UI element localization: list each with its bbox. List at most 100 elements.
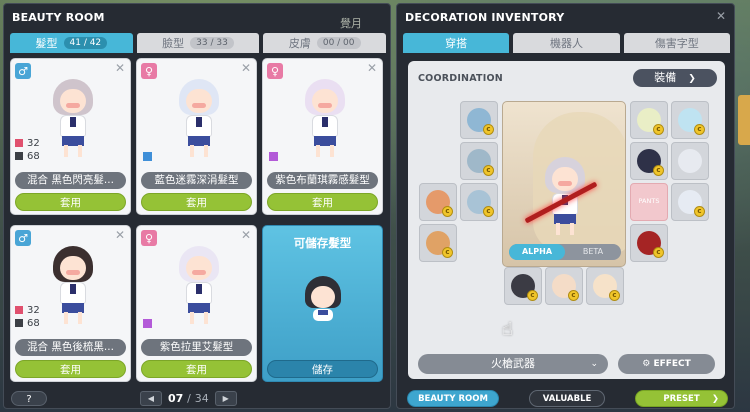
hair-card[interactable]: ♂ ✕ 32 68 混合 黑色後梳黑... 套用 (10, 225, 131, 382)
coordination-label: COORDINATION (418, 73, 503, 84)
apply-button[interactable]: 套用 (141, 360, 252, 378)
color-swatch (143, 319, 152, 328)
slot-hat[interactable]: c (630, 101, 668, 139)
chevron-right-icon: ❯ (711, 394, 719, 404)
slot-pendant[interactable]: c (419, 224, 457, 262)
male-icon: ♂ (15, 230, 31, 246)
female-icon: ♀ (267, 63, 283, 79)
avatar (51, 246, 95, 326)
valuable-button[interactable]: VALUABLE (529, 390, 605, 407)
color-swatch (15, 319, 23, 327)
tab-skin[interactable]: 皮膚 00 / 00 (263, 33, 387, 53)
apply-button[interactable]: 套用 (267, 193, 378, 211)
tab-count: 00 / 00 (316, 37, 361, 49)
save-card-title: 可儲存髮型 (293, 236, 352, 250)
coin-icon: c (483, 206, 494, 217)
effect-button[interactable]: ⚙ EFFECT (618, 354, 715, 374)
male-icon: ♂ (15, 63, 31, 79)
slot-skin[interactable]: c (586, 267, 624, 305)
effect-label: EFFECT (653, 359, 691, 369)
close-icon[interactable]: ✕ (241, 228, 251, 242)
tab-count: 33 / 33 (190, 37, 234, 49)
chevron-right-icon: ❯ (688, 74, 696, 84)
slot-face[interactable]: c (545, 267, 583, 305)
hair-name: 混合 黑色後梳黑... (15, 339, 126, 356)
hair-card[interactable]: ♂ ✕ 32 68 混合 黑色閃亮髮... 套用 (10, 58, 131, 215)
save-button[interactable]: 儲存 (267, 360, 378, 378)
chevron-down-icon: ⌄ (590, 359, 598, 369)
close-icon[interactable]: ✕ (115, 61, 125, 75)
slot-glove[interactable] (671, 142, 709, 180)
next-page-button[interactable]: ▶ (214, 391, 237, 406)
hair-card[interactable]: ♀ ✕ 紫色布蘭琪霧感髮型 套用 (262, 58, 383, 215)
coin-icon: c (653, 124, 664, 135)
tab-android[interactable]: 機器人 (513, 33, 620, 53)
close-icon[interactable]: ✕ (367, 61, 377, 75)
tab-damage-skin[interactable]: 傷害字型 (623, 33, 730, 53)
decoration-inventory-window: DECORATION INVENTORY ✕ 穿搭 機器人 傷害字型 COORD… (396, 3, 735, 409)
hair-grid: ♂ ✕ 32 68 混合 黑色閃亮髮... 套用 ♀ ✕ 藍色迷霧深涓髮型 套用 (10, 58, 386, 384)
color-swatch (143, 152, 152, 161)
avatar (177, 79, 221, 159)
apply-button[interactable]: 套用 (15, 193, 126, 211)
beauty-tabs: 髮型 41 / 42 臉型 33 / 33 皮膚 00 / 00 (10, 33, 387, 53)
alpha-beta-toggle[interactable]: ALPHA BETA (509, 244, 621, 260)
slot-ring[interactable]: c (419, 183, 457, 221)
slot-hair[interactable]: c (504, 267, 542, 305)
avatar (303, 79, 347, 159)
slot-cape[interactable]: c (671, 101, 709, 139)
slot-earring[interactable]: c (460, 183, 498, 221)
tab-label: 皮膚 (288, 37, 311, 50)
tab-hair[interactable]: 髮型 41 / 42 (10, 33, 133, 53)
close-icon[interactable]: ✕ (716, 9, 726, 23)
preset-button[interactable]: PRESET ❯ (635, 390, 728, 407)
coin-icon: c (483, 165, 494, 176)
prev-page-button[interactable]: ◀ (140, 391, 162, 406)
preset-label: PRESET (663, 394, 700, 404)
tab-face[interactable]: 臉型 33 / 33 (136, 33, 260, 53)
beauty-footer: ? ◀ 07 / 34 ▶ (4, 387, 392, 409)
weapon-type-select[interactable]: 火槍武器 ⌄ (418, 354, 608, 374)
beauty-room-button[interactable]: BEAUTY ROOM (407, 390, 499, 407)
color-swatch (269, 152, 278, 161)
equip-button[interactable]: 裝備 ❯ (633, 69, 717, 87)
beta-option[interactable]: BETA (565, 244, 621, 260)
tab-label: 臉型 (162, 37, 185, 50)
slot-top[interactable]: c (630, 142, 668, 180)
character-preview: ALPHA BETA (502, 101, 626, 267)
alpha-option[interactable]: ALPHA (509, 244, 565, 260)
equip-label: 裝備 (654, 71, 677, 84)
hair-name: 混合 黑色閃亮髮... (15, 172, 126, 189)
gear-icon: ⚙ (642, 359, 651, 369)
pants-slot-label: PANTS (638, 197, 660, 205)
coin-icon: c (653, 165, 664, 176)
hair-card[interactable]: ♀ ✕ 藍色迷霧深涓髮型 套用 (136, 58, 257, 215)
hair-name: 紫色拉里艾髮型 (141, 339, 252, 356)
close-icon[interactable]: ✕ (115, 228, 125, 242)
close-icon[interactable]: ✕ (241, 61, 251, 75)
coin-icon: c (568, 290, 579, 301)
slot-pants[interactable]: PANTS (630, 183, 668, 221)
save-hair-card: 可儲存髮型 儲存 (262, 225, 383, 382)
window-title: BEAUTY ROOM (12, 11, 105, 24)
coin-icon: c (442, 247, 453, 258)
coin-icon: c (653, 247, 664, 258)
beauty-room-window: BEAUTY ROOM 髮型 41 / 42 臉型 33 / 33 皮膚 00 … (3, 3, 391, 409)
color-swatch (15, 139, 23, 147)
slot-shoes[interactable]: c (671, 183, 709, 221)
tab-label: 髮型 (35, 37, 58, 50)
slot-face-accessory[interactable]: c (460, 101, 498, 139)
female-icon: ♀ (141, 230, 157, 246)
apply-button[interactable]: 套用 (141, 193, 252, 211)
pager: ◀ 07 / 34 ▶ (140, 391, 237, 406)
apply-button[interactable]: 套用 (15, 360, 126, 378)
hair-card[interactable]: ♀ ✕ 紫色拉里艾髮型 套用 (136, 225, 257, 382)
hand-cursor-icon: ☝ (502, 319, 513, 340)
slot-eye-accessory[interactable]: c (460, 142, 498, 180)
ratio-value: 68 (27, 151, 40, 162)
total-pages: 34 (194, 392, 209, 405)
help-button[interactable]: ? (11, 391, 47, 406)
color-swatch (15, 152, 23, 160)
tab-outfit[interactable]: 穿搭 (403, 33, 510, 53)
slot-weapon[interactable]: c (630, 224, 668, 262)
